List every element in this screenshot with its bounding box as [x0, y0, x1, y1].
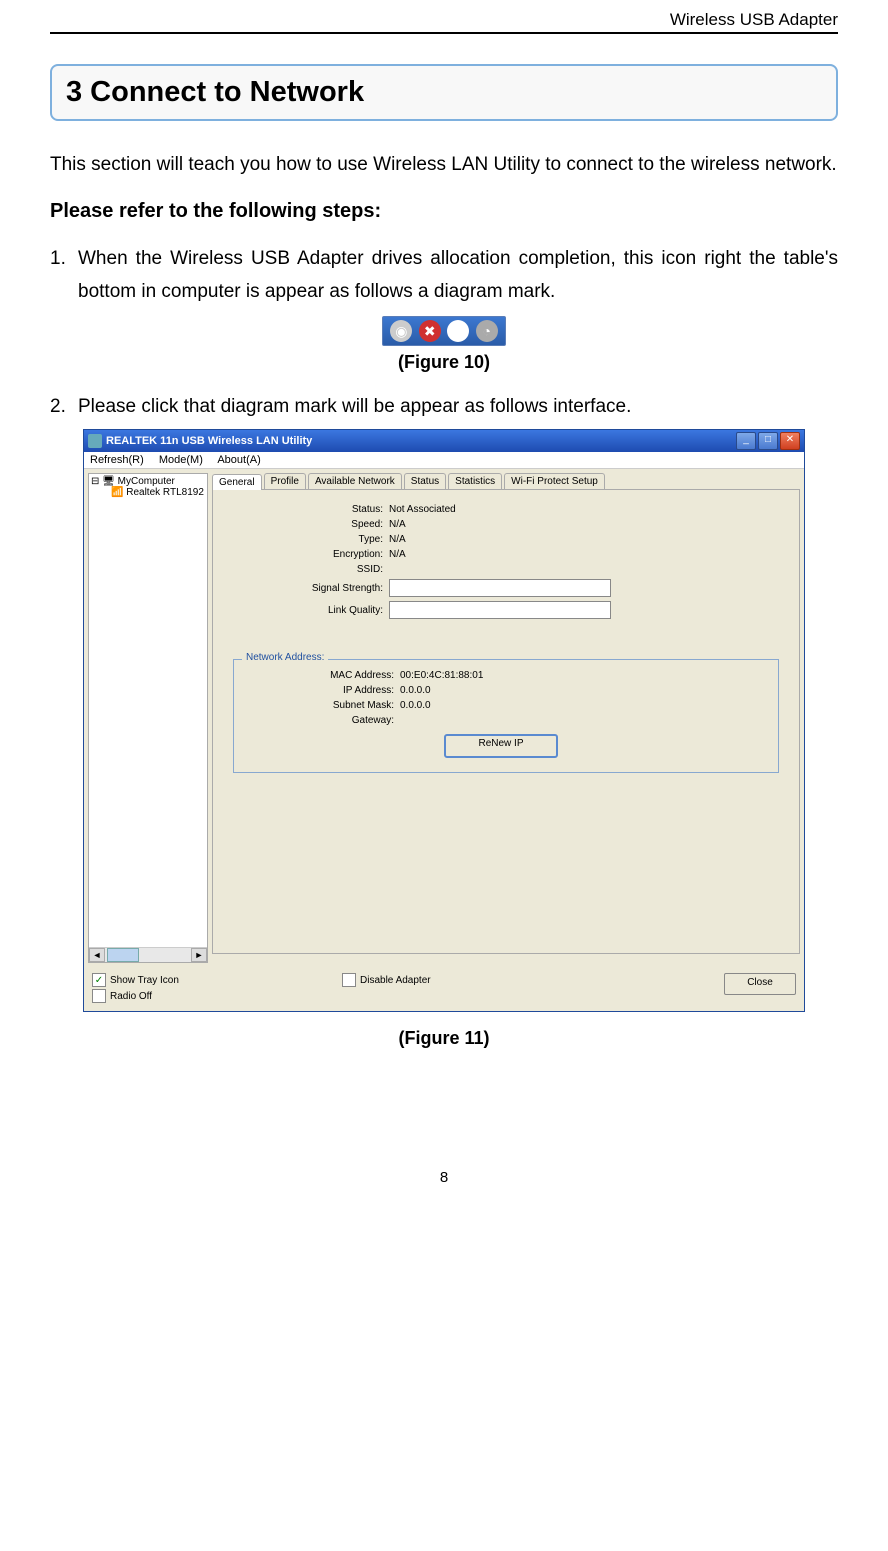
titlebar[interactable]: REALTEK 11n USB Wireless LAN Utility _ □… [84, 430, 804, 452]
radio-off-label: Radio Off [110, 991, 152, 1002]
type-value: N/A [389, 534, 406, 545]
encryption-label: Encryption: [233, 549, 389, 560]
menu-refresh[interactable]: Refresh(R) [90, 454, 144, 466]
network-address-group: Network Address: MAC Address:00:E0:4C:81… [233, 659, 779, 773]
scroll-thumb[interactable] [107, 948, 139, 962]
close-button[interactable]: Close [724, 973, 796, 995]
header-document-title: Wireless USB Adapter [50, 10, 838, 34]
tree-mycomputer[interactable]: ⊟ 🖥 MyComputer [91, 476, 205, 487]
signal-strength-label: Signal Strength: [233, 583, 389, 594]
scroll-right-icon[interactable]: ► [191, 948, 207, 962]
network-address-legend: Network Address: [242, 652, 328, 663]
show-tray-checkbox[interactable]: ✓ [92, 973, 106, 987]
show-tray-label: Show Tray Icon [110, 975, 179, 986]
window-title: REALTEK 11n USB Wireless LAN Utility [106, 435, 734, 447]
figure-10-caption: (Figure 10) [50, 352, 838, 373]
bottom-bar: ✓ Show Tray Icon Radio Off Disable Adapte… [84, 967, 804, 1011]
app-icon [88, 434, 102, 448]
speed-label: Speed: [233, 519, 389, 530]
section-title-box: 3 Connect to Network [50, 64, 838, 121]
tab-general[interactable]: General [212, 474, 262, 490]
step-1: 1.When the Wireless USB Adapter drives a… [50, 243, 838, 308]
menu-about[interactable]: About(A) [217, 454, 260, 466]
tray-icons-figure: ◉ ✖ ▮ ◔ [382, 316, 505, 346]
radio-off-checkbox[interactable] [92, 989, 106, 1003]
step-2: 2.Please click that diagram mark will be… [50, 391, 838, 423]
figure-11-caption: (Figure 11) [50, 1028, 838, 1049]
mac-value: 00:E0:4C:81:88:01 [400, 670, 483, 681]
mac-label: MAC Address: [244, 670, 400, 681]
utility-window: REALTEK 11n USB Wireless LAN Utility _ □… [83, 429, 805, 1012]
ip-label: IP Address: [244, 685, 400, 696]
signal-bars-icon: ▮ [447, 320, 469, 342]
minimize-button[interactable]: _ [736, 432, 756, 450]
tab-profile[interactable]: Profile [264, 473, 306, 489]
subnet-value: 0.0.0.0 [400, 700, 431, 711]
signal-strength-bar [389, 579, 611, 597]
link-quality-bar [389, 601, 611, 619]
device-tree[interactable]: ⊟ 🖥 MyComputer 📶 Realtek RTL8192 ◄ ► [88, 473, 208, 963]
menu-mode[interactable]: Mode(M) [159, 454, 203, 466]
volume-icon: ◔ [476, 320, 498, 342]
steps-heading: Please refer to the following steps: [50, 200, 838, 223]
section-title: 3 Connect to Network [66, 76, 822, 109]
tree-scrollbar[interactable]: ◄ ► [89, 947, 207, 962]
menubar: Refresh(R) Mode(M) About(A) [84, 452, 804, 469]
tab-available-network[interactable]: Available Network [308, 473, 402, 489]
status-label: Status: [233, 504, 389, 515]
type-label: Type: [233, 534, 389, 545]
subnet-label: Subnet Mask: [244, 700, 400, 711]
tab-wps[interactable]: Wi-Fi Protect Setup [504, 473, 605, 489]
intro-paragraph: This section will teach you how to use W… [50, 149, 838, 181]
ssid-label: SSID: [233, 564, 389, 575]
maximize-button[interactable]: □ [758, 432, 778, 450]
disable-adapter-label: Disable Adapter [360, 975, 431, 986]
tab-statistics[interactable]: Statistics [448, 473, 502, 489]
shield-x-icon: ✖ [419, 320, 441, 342]
link-quality-label: Link Quality: [233, 605, 389, 616]
status-value: Not Associated [389, 504, 456, 515]
tabstrip: General Profile Available Network Status… [212, 473, 800, 489]
disable-adapter-checkbox[interactable] [342, 973, 356, 987]
close-window-button[interactable]: ✕ [780, 432, 800, 450]
tree-adapter[interactable]: 📶 Realtek RTL8192 [91, 487, 205, 498]
tab-content-general: Status:Not Associated Speed:N/A Type:N/A… [212, 489, 800, 954]
network-icon: ◉ [390, 320, 412, 342]
encryption-value: N/A [389, 549, 406, 560]
scroll-left-icon[interactable]: ◄ [89, 948, 105, 962]
speed-value: N/A [389, 519, 406, 530]
renew-ip-button[interactable]: ReNew IP [444, 734, 558, 758]
page-number: 8 [50, 1169, 838, 1186]
ip-value: 0.0.0.0 [400, 685, 431, 696]
gateway-label: Gateway: [244, 715, 400, 726]
tab-status[interactable]: Status [404, 473, 446, 489]
